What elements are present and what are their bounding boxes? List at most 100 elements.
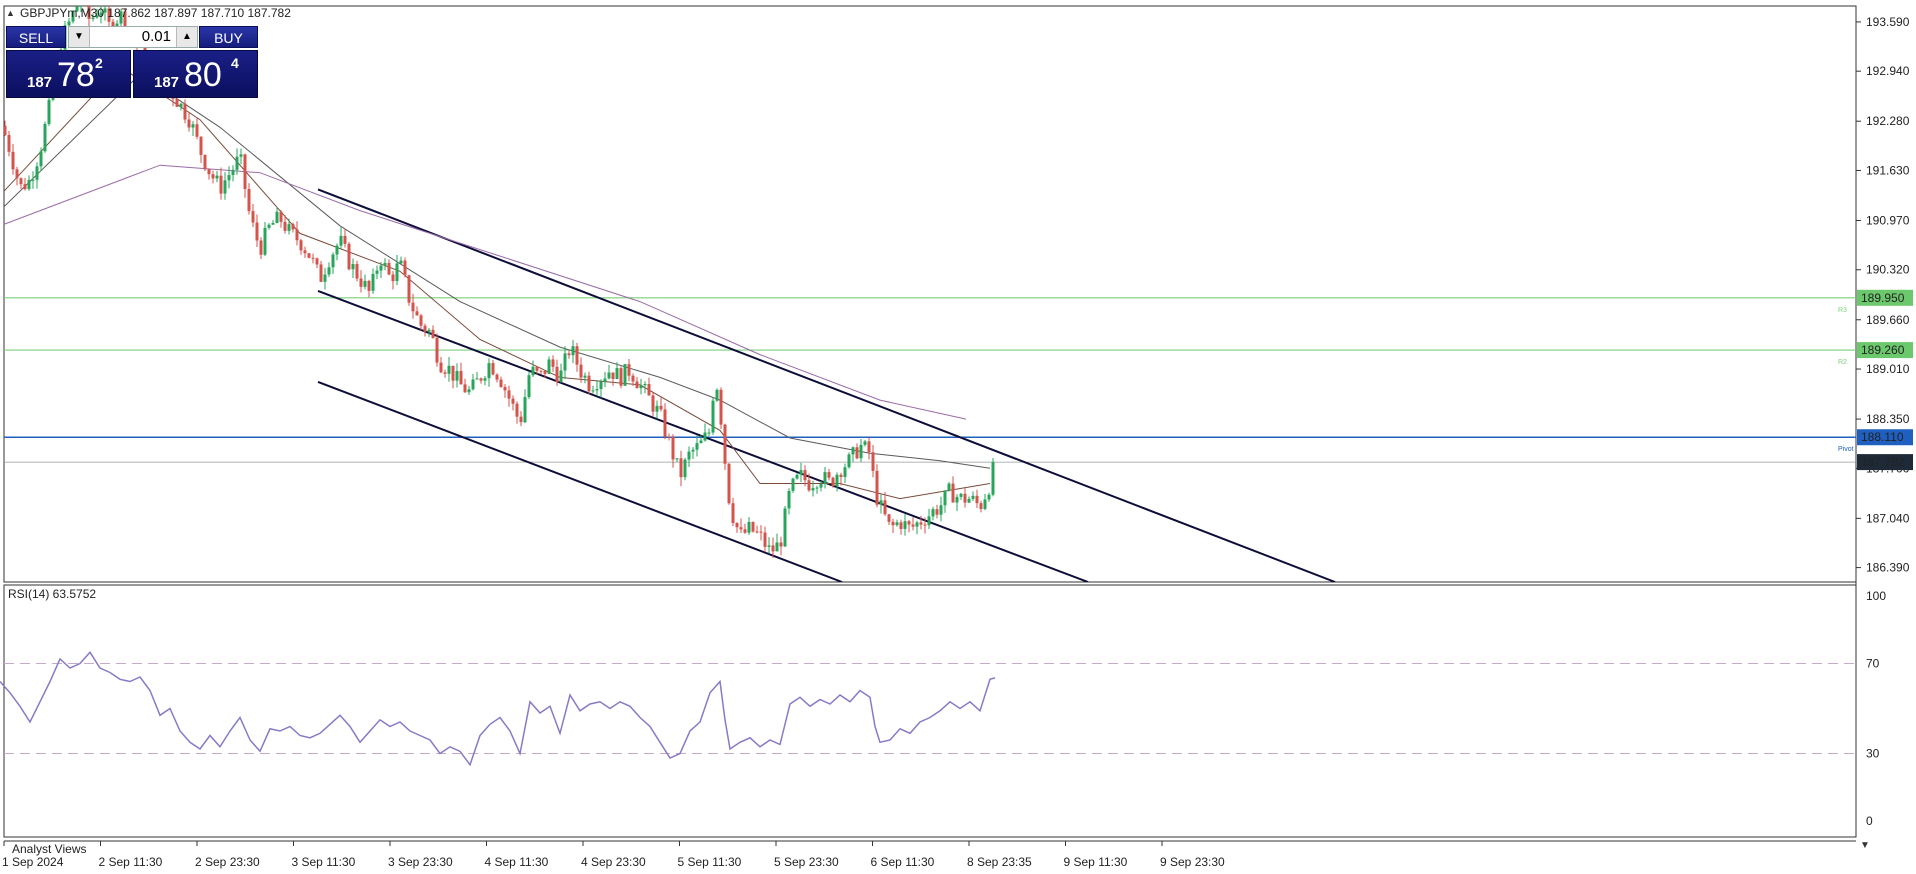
bull-candle [39,151,43,167]
bear-candle [187,119,191,128]
bull-candle [947,483,951,491]
bear-candle [875,470,879,505]
bear-candle [247,189,251,212]
bear-candle [355,263,359,279]
lot-size-field[interactable]: ▼ 0.01 ▲ [68,26,198,48]
rsi-frame [3,584,1857,838]
price-tick-label: 191.630 [1866,163,1910,177]
bull-candle [487,363,491,379]
lot-increase-icon[interactable]: ▲ [176,27,197,47]
bull-candle [655,405,659,412]
bear-candle [7,135,11,152]
rsi-level-label: 70 [1866,657,1880,671]
sell-price-box[interactable]: 187 78 2 [6,50,131,98]
bull-candle [691,449,695,452]
bear-candle [299,240,303,251]
bull-candle [471,379,475,390]
bull-candle [531,366,535,376]
collapse-triangle-icon[interactable]: ▲ [6,8,15,18]
bull-candle [31,179,35,181]
bear-candle [739,527,743,530]
moving-average-line [4,164,967,420]
buy-price-box[interactable]: 187 80 4 [133,50,258,98]
time-tick-label: 6 Sep 11:30 [871,855,935,869]
bear-candle [919,522,923,525]
panel-resize-icon[interactable]: ▼ [1860,840,1870,851]
bear-candle [899,522,903,529]
bull-candle [475,378,479,380]
bear-candle [555,366,559,382]
bull-candle [603,378,607,382]
bull-candle [43,124,47,152]
bull-candle [915,522,919,527]
bear-candle [907,521,911,525]
bull-candle [643,384,647,386]
bear-candle [975,495,979,504]
bull-candle [191,124,195,128]
bear-candle [667,436,671,438]
bear-candle [311,257,315,259]
bull-candle [84,1,87,2]
lot-decrease-icon[interactable]: ▼ [69,27,90,47]
bull-candle [275,211,279,223]
price-tick-label: 189.660 [1866,313,1910,327]
bear-candle [539,370,543,372]
bull-candle [239,154,243,157]
chart-canvas[interactable]: R3 R2 Pivot 193.590 192.940 192.280 191.630 19… [0,0,1916,874]
bear-candle [359,278,363,287]
time-tick-label: 2 Sep 23:30 [195,855,260,869]
bull-candle [235,156,239,170]
channel-line[interactable] [317,188,1336,582]
bear-candle [755,531,759,533]
bear-candle [575,346,579,365]
bull-candle [263,227,267,255]
bear-candle [759,531,763,533]
buy-button[interactable]: BUY [199,26,258,48]
bull-candle [215,175,219,179]
bull-candle [483,378,487,381]
level-tag: R2 [1838,359,1847,366]
bull-candle [623,364,627,386]
bull-candle [927,516,931,526]
price-tick-label: 192.940 [1866,64,1910,78]
bull-candle [955,496,959,503]
bear-candle [243,154,247,190]
bear-candle [507,390,511,399]
bull-candle [843,467,847,477]
bear-candle [479,378,483,381]
bear-candle [307,253,311,258]
bear-candle [251,211,255,223]
bear-candle [451,365,455,381]
bear-candle [679,458,683,478]
bull-candle [675,458,679,460]
lot-size-value[interactable]: 0.01 [142,27,171,47]
bull-candle [615,368,619,380]
bear-candle [279,211,283,222]
channel-line[interactable] [317,380,843,582]
bear-candle [883,500,887,515]
bull-candle [687,451,691,460]
bull-candle [823,472,827,484]
bear-candle [499,379,503,387]
bear-candle [867,441,871,453]
bear-candle [659,405,663,410]
bull-candle [267,224,271,228]
bear-candle [195,124,199,137]
bear-candle [567,353,571,356]
bull-candle [383,262,387,266]
bear-candle [415,311,419,316]
bear-candle [627,364,631,376]
bull-candle [583,375,587,378]
bull-candle [323,274,327,282]
sell-button[interactable]: SELL [6,26,66,48]
bull-candle [959,493,963,497]
bull-candle [847,454,851,468]
bear-candle [543,370,547,374]
bull-candle [795,474,799,479]
moving-average-line [4,65,991,500]
bear-candle [207,169,211,175]
analyst-views-label[interactable]: Analyst Views [12,842,86,856]
level-price-label: 189.950 [1861,291,1905,305]
price-tick-label: 187.040 [1866,511,1910,525]
bull-candle [939,505,943,515]
